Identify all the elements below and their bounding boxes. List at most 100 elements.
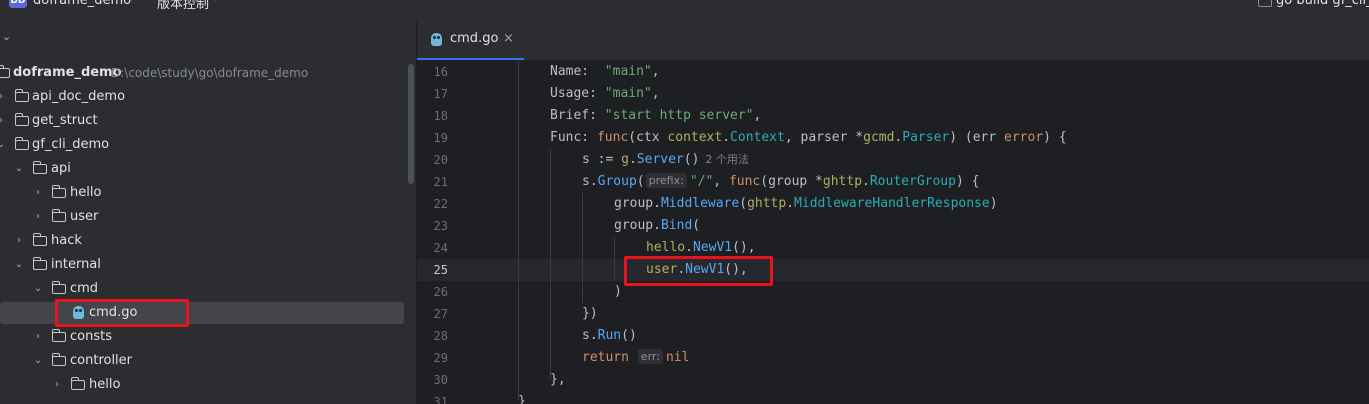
project-badge[interactable]: DD xyxy=(9,0,27,8)
tab-cmd-go[interactable]: cmd.go × xyxy=(417,20,524,60)
chevron-down-icon[interactable]: ▾ xyxy=(213,0,218,4)
highlight-box xyxy=(55,299,189,327)
code-line[interactable]: }) xyxy=(582,303,1369,325)
chevron-down-icon[interactable]: ▾ xyxy=(129,0,134,4)
line-number: 24 xyxy=(433,241,448,255)
tree-item[interactable]: ⌄ internal xyxy=(0,254,410,276)
editor-tab-bar: cmd.go × xyxy=(417,20,1369,61)
folder-icon xyxy=(33,233,47,246)
folder-icon xyxy=(71,377,85,390)
tree-item-label: get_struct xyxy=(32,113,98,128)
tree-item[interactable]: ⌄ gf_cli_demo xyxy=(0,134,410,156)
folder-icon xyxy=(0,65,10,78)
chevron-down-icon[interactable]: ⌄ xyxy=(13,254,25,276)
tree-item-label: hello xyxy=(70,185,102,200)
line-number: 31 xyxy=(433,395,448,404)
folder-icon xyxy=(15,137,29,150)
code-line[interactable]: group.Bind( xyxy=(614,215,1369,237)
code-line[interactable]: Brief: "start http server", xyxy=(550,105,1369,127)
tree-root[interactable]: doframe_demo D:\code\study\go\doframe_de… xyxy=(0,62,410,84)
indent-guide xyxy=(614,237,615,281)
line-number-active: 25 xyxy=(433,263,448,277)
line-number: 26 xyxy=(433,285,448,299)
tree-item[interactable]: › hello xyxy=(0,374,410,396)
parameter-hint: err: xyxy=(637,349,663,364)
line-number: 28 xyxy=(433,329,448,343)
folder-icon xyxy=(33,257,47,270)
code-line[interactable]: }, xyxy=(550,369,1369,391)
chevron-down-icon[interactable]: ⌄ xyxy=(32,350,44,372)
chevron-right-icon[interactable]: › xyxy=(32,206,44,228)
chevron-down-icon[interactable]: ⌄ xyxy=(0,134,7,156)
usages-hint[interactable]: 2 个用法 xyxy=(705,153,749,166)
tree-item[interactable]: › api_doc_demo xyxy=(0,86,410,108)
chevron-right-icon[interactable]: › xyxy=(0,110,7,132)
vcs-menu[interactable]: 版本控制 xyxy=(157,0,209,12)
code-line[interactable]: group.Middleware(ghttp.MiddlewareHandler… xyxy=(614,193,1369,215)
chevron-down-icon[interactable]: ⌄ xyxy=(32,278,44,300)
code-editor[interactable]: 16 17 18 19 20 21 22 23 24 25 26 27 28 2… xyxy=(417,61,1369,404)
go-file-icon xyxy=(431,33,442,46)
line-number: 20 xyxy=(433,153,448,167)
tree-item[interactable]: ⌄ cmd xyxy=(0,278,410,300)
tree-item-label: hello xyxy=(89,377,121,392)
folder-icon xyxy=(52,329,66,342)
chevron-right-icon[interactable]: › xyxy=(32,326,44,348)
folder-icon xyxy=(15,89,29,102)
folder-icon xyxy=(15,113,29,126)
chevron-right-icon[interactable]: › xyxy=(13,230,25,252)
close-icon[interactable]: × xyxy=(503,31,514,46)
tree-item[interactable]: › hack xyxy=(0,230,410,252)
title-bar: DD doframe_demo ▾ 版本控制 ▾ go build gf_cli… xyxy=(0,0,1369,20)
parameter-hint: prefix: xyxy=(645,173,687,188)
sidebar-scrollbar[interactable] xyxy=(408,64,414,184)
tab-label: cmd.go xyxy=(450,31,499,46)
tree-item[interactable]: › user xyxy=(0,206,410,228)
code-line[interactable]: Name: "main", xyxy=(550,61,1369,83)
active-tab-indicator xyxy=(417,58,524,60)
tree-item-label: user xyxy=(70,209,99,224)
root-folder-label: doframe_demo xyxy=(13,65,122,80)
chevron-down-icon[interactable]: ⌄ xyxy=(2,30,11,43)
code-line[interactable]: Func: func(ctx context.Context, parser *… xyxy=(550,127,1369,149)
line-number: 30 xyxy=(433,373,448,387)
tree-item-label: gf_cli_demo xyxy=(32,137,110,152)
tree-item[interactable]: › hello xyxy=(0,182,410,204)
run-config-icon xyxy=(1258,0,1272,7)
line-number: 27 xyxy=(433,307,448,321)
tree-item-label: cmd xyxy=(70,281,99,296)
code-line[interactable]: s.Group(prefix: "/", func(group *ghttp.Ro… xyxy=(582,171,1369,193)
code-line[interactable]: return err: nil xyxy=(582,347,1369,369)
code-line[interactable]: s := g.Server() 2 个用法 xyxy=(582,149,1369,171)
chevron-right-icon[interactable]: › xyxy=(0,86,7,108)
line-number: 22 xyxy=(433,197,448,211)
folder-icon xyxy=(33,161,47,174)
chevron-right-icon[interactable]: › xyxy=(32,182,44,204)
tree-item-label: consts xyxy=(70,329,112,344)
code-line[interactable]: } xyxy=(518,391,1369,404)
tree-item[interactable]: › consts xyxy=(0,326,410,348)
project-name[interactable]: doframe_demo xyxy=(33,0,131,8)
root-folder-path: D:\code\study\go\doframe_demo xyxy=(111,66,309,80)
tree-item-label: internal xyxy=(51,257,101,272)
folder-icon xyxy=(52,209,66,222)
folder-icon xyxy=(52,281,66,294)
line-number: 23 xyxy=(433,219,448,233)
highlight-box xyxy=(624,256,773,286)
tree-item[interactable]: ⌄ controller xyxy=(0,350,410,372)
chevron-right-icon[interactable]: › xyxy=(51,374,63,396)
tree-item-label: api xyxy=(51,161,71,176)
tree-item[interactable]: › get_struct xyxy=(0,110,410,132)
indent-guide xyxy=(582,193,583,303)
run-configuration[interactable]: go build gf_cli_d xyxy=(1276,0,1369,8)
code-line[interactable]: Usage: "main", xyxy=(550,83,1369,105)
indent-guide xyxy=(550,149,551,379)
line-number: 17 xyxy=(433,87,448,101)
code-line[interactable]: s.Run() xyxy=(582,325,1369,347)
tree-item[interactable]: ⌄ api xyxy=(0,158,410,180)
tree-item-label: hack xyxy=(51,233,82,248)
project-tool-window: ⌄ doframe_demo D:\code\study\go\doframe_… xyxy=(0,20,417,404)
folder-icon xyxy=(52,353,66,366)
chevron-down-icon[interactable]: ⌄ xyxy=(13,158,25,180)
line-number: 21 xyxy=(433,175,448,189)
